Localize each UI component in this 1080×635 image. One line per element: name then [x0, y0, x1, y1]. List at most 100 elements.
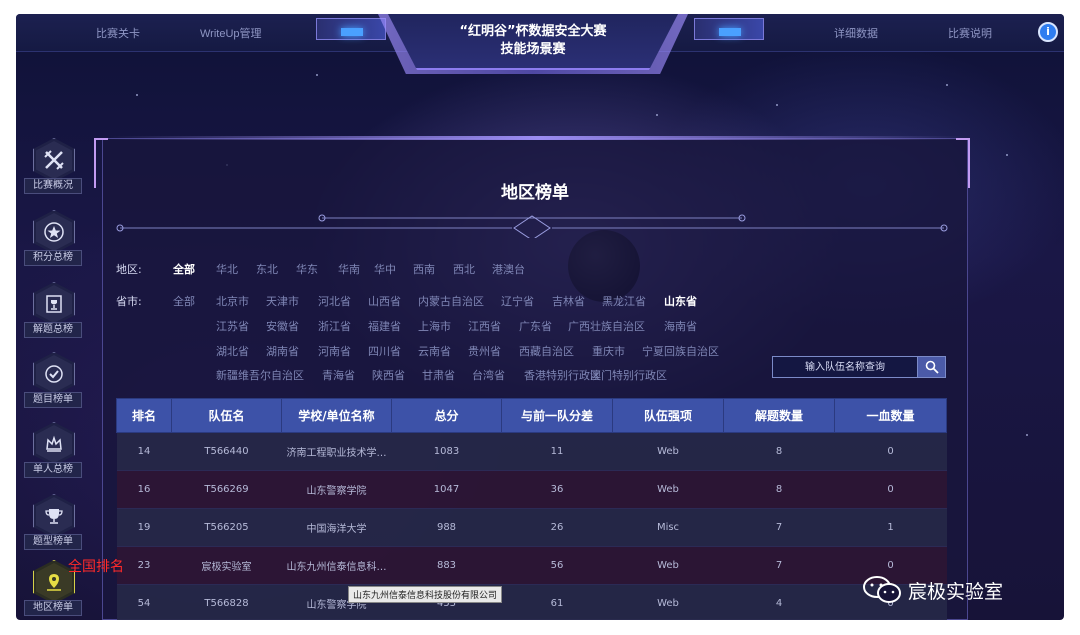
- app-window: 比赛关卡 WriteUp管理 详细数据 比赛说明 i “红明谷”杯数据安全大赛 …: [16, 14, 1064, 620]
- ranking-table: 排名 队伍名 学校/单位名称 总分 与前一队分差 队伍强项 解题数量 一血数量 14 T5664…: [116, 398, 947, 620]
- province-option[interactable]: 福建省: [368, 318, 401, 334]
- region-option[interactable]: 华南: [338, 261, 360, 277]
- table-row[interactable]: 19 T566205 中国海洋大学 988 26 Misc 7 1: [116, 508, 947, 547]
- province-option[interactable]: 浙江省: [318, 318, 351, 334]
- region-option[interactable]: 全部: [173, 261, 195, 277]
- province-option[interactable]: 内蒙古自治区: [418, 293, 484, 309]
- province-option[interactable]: 河北省: [318, 293, 351, 309]
- watermark-text: 宸极实验室: [908, 580, 1004, 603]
- crossed-swords-icon: [33, 138, 75, 182]
- province-option[interactable]: 黑龙江省: [602, 293, 646, 309]
- province-option[interactable]: 四川省: [368, 343, 401, 359]
- table-cell: 23: [116, 546, 172, 585]
- nav-details[interactable]: 详细数据: [834, 25, 878, 41]
- province-option[interactable]: 江西省: [468, 318, 501, 334]
- province-option[interactable]: 海南省: [664, 318, 697, 334]
- page-subtitle: 技能场景赛: [500, 42, 566, 57]
- column-header: 队伍强项: [612, 398, 724, 433]
- province-option[interactable]: 新疆维吾尔自治区: [216, 367, 304, 383]
- province-option[interactable]: 广西壮族自治区: [568, 318, 645, 334]
- star: [776, 104, 778, 106]
- star: [656, 114, 658, 116]
- sidebar-item-category-board[interactable]: 题型榜单: [24, 494, 84, 556]
- region-option[interactable]: 华中: [374, 261, 396, 277]
- team-search: [772, 356, 946, 378]
- sidebar-item-challenge-board[interactable]: 题目榜单: [24, 352, 84, 414]
- province-option[interactable]: 天津市: [266, 293, 299, 309]
- table-cell: 11: [501, 432, 613, 471]
- column-header: 一血数量: [834, 398, 947, 433]
- column-header: 与前一队分差: [501, 398, 613, 433]
- province-option[interactable]: 山西省: [368, 293, 401, 309]
- star: [316, 74, 318, 76]
- table-cell: T566440: [171, 432, 282, 471]
- province-option[interactable]: 辽宁省: [501, 293, 534, 309]
- province-option[interactable]: 陕西省: [372, 367, 405, 383]
- province-option[interactable]: 澳门特别行政区: [590, 367, 667, 383]
- province-option[interactable]: 台湾省: [472, 367, 505, 383]
- province-option[interactable]: 全部: [173, 293, 195, 309]
- region-option[interactable]: 华北: [216, 261, 238, 277]
- nav-challenges[interactable]: 比赛关卡: [96, 25, 140, 41]
- table-cell: 山东警察学院: [281, 470, 392, 509]
- province-option[interactable]: 重庆市: [592, 343, 625, 359]
- sidebar-item-label: 题目榜单: [24, 392, 82, 408]
- search-input[interactable]: [773, 357, 917, 377]
- table-cell: 宸极实验室: [171, 546, 282, 585]
- region-option[interactable]: 西北: [453, 261, 475, 277]
- province-option[interactable]: 云南省: [418, 343, 451, 359]
- table-row[interactable]: 23 宸极实验室 山东九州信泰信息科… 883 56 Web 7 0: [116, 546, 947, 585]
- province-option[interactable]: 山东省: [664, 293, 697, 309]
- table-cell: Web: [612, 432, 724, 471]
- sidebar-item-label: 解题总榜: [24, 322, 82, 338]
- panel-title: 地区榜单: [501, 183, 569, 203]
- province-option[interactable]: 安徽省: [266, 318, 299, 334]
- region-option[interactable]: 东北: [256, 261, 278, 277]
- national-rank-annotation: 全国排名: [68, 559, 124, 575]
- table-cell: 56: [501, 546, 613, 585]
- province-option[interactable]: 甘肃省: [422, 367, 455, 383]
- check-badge-icon: [33, 352, 75, 396]
- wechat-icon: [863, 576, 901, 603]
- title-wing-left: [316, 18, 386, 40]
- province-option[interactable]: 河南省: [318, 343, 351, 359]
- province-option[interactable]: 北京市: [216, 293, 249, 309]
- table-cell: 36: [501, 470, 613, 509]
- table-row[interactable]: 14 T566440 济南工程职业技术学… 1083 11 Web 8 0: [116, 432, 947, 471]
- region-option[interactable]: 港澳台: [492, 261, 525, 277]
- province-option[interactable]: 广东省: [519, 318, 552, 334]
- school-name-tooltip: 山东九州信泰信息科技股份有限公司: [348, 586, 503, 603]
- table-cell: 0: [834, 470, 947, 509]
- sidebar-item-overview[interactable]: 比赛概况: [24, 138, 84, 200]
- sidebar-item-solve-board[interactable]: 解题总榜: [24, 282, 84, 344]
- column-header: 队伍名: [171, 398, 282, 433]
- sidebar-item-score-board[interactable]: 积分总榜: [24, 210, 84, 272]
- region-option[interactable]: 西南: [413, 261, 435, 277]
- table-row[interactable]: 16 T566269 山东警察学院 1047 36 Web 8 0: [116, 470, 947, 509]
- province-option[interactable]: 吉林省: [552, 293, 585, 309]
- column-header: 学校/单位名称: [281, 398, 392, 433]
- province-option[interactable]: 上海市: [418, 318, 451, 334]
- help-icon[interactable]: i: [1038, 22, 1058, 42]
- table-cell: 7: [723, 508, 835, 547]
- province-option[interactable]: 贵州省: [468, 343, 501, 359]
- table-cell: T566205: [171, 508, 282, 547]
- table-cell: 14: [116, 432, 172, 471]
- sidebar-item-individual-board[interactable]: 单人总榜: [24, 422, 84, 484]
- nav-writeup[interactable]: WriteUp管理: [200, 25, 262, 41]
- nav-rules[interactable]: 比赛说明: [948, 25, 992, 41]
- province-option[interactable]: 湖北省: [216, 343, 249, 359]
- table-row[interactable]: 54 T566828 山东警察学院 453 61 Web 4 0: [116, 584, 947, 620]
- province-option[interactable]: 湖南省: [266, 343, 299, 359]
- crown-icon: [33, 422, 75, 466]
- trophy-icon: [33, 282, 75, 326]
- region-option[interactable]: 华东: [296, 261, 318, 277]
- table-body: 14 T566440 济南工程职业技术学… 1083 11 Web 8 0 16 T566269 山…: [116, 432, 947, 620]
- search-button[interactable]: [917, 357, 945, 377]
- province-option[interactable]: 青海省: [322, 367, 355, 383]
- province-option[interactable]: 宁夏回族自治区: [642, 343, 719, 359]
- table-cell: 1047: [391, 470, 502, 509]
- province-option[interactable]: 江苏省: [216, 318, 249, 334]
- table-cell: Web: [612, 470, 724, 509]
- province-option[interactable]: 西藏自治区: [519, 343, 574, 359]
